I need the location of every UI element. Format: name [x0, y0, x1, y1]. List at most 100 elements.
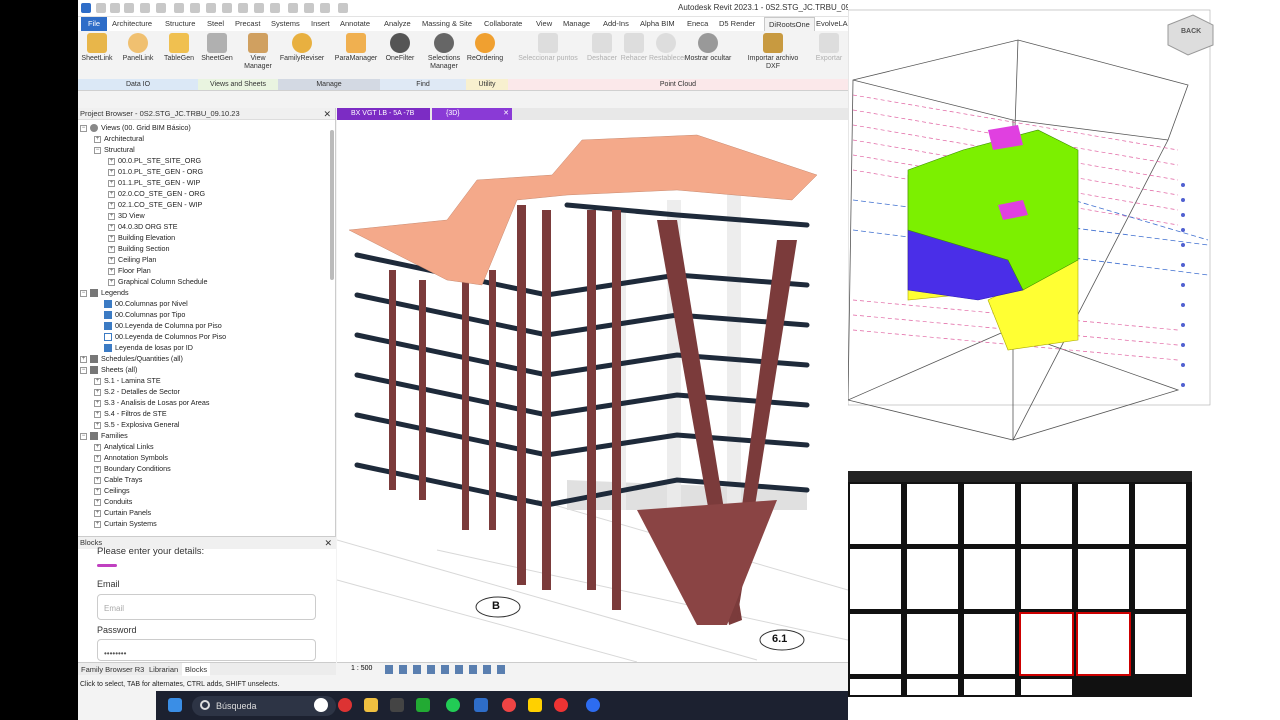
close-icon[interactable]: ✕ [324, 537, 332, 549]
sync-icon[interactable] [124, 3, 134, 13]
expand-icon[interactable]: + [94, 454, 101, 462]
browser-icon[interactable] [314, 698, 328, 712]
expand-icon[interactable]: + [94, 377, 101, 385]
tab-bx-vgt-view[interactable]: BX VGT LB - 5A -7B [337, 108, 430, 120]
mostrar-ocultar-button[interactable]: Mostrar ocultar [683, 33, 733, 63]
revit-taskbar-icon[interactable] [474, 698, 488, 712]
tree-item[interactable]: 00.Leyenda de Columna por Piso [104, 320, 222, 331]
customize-qat-icon[interactable] [338, 3, 348, 13]
text-icon[interactable] [238, 3, 248, 13]
collapse-icon[interactable]: − [80, 289, 87, 297]
tab-structure[interactable]: Structure [165, 17, 195, 31]
collapse-icon[interactable]: − [80, 366, 87, 374]
tab-analyze[interactable]: Analyze [384, 17, 411, 31]
sheet-thumbnail[interactable] [907, 549, 958, 609]
exportar-button[interactable]: Exportar [812, 33, 846, 63]
onefilter-button[interactable]: OneFilter [382, 33, 418, 63]
expand-icon[interactable]: + [94, 421, 101, 429]
tab-file[interactable]: File [81, 17, 108, 31]
sheet-thumbnail[interactable] [964, 679, 1015, 695]
save-icon[interactable] [110, 3, 120, 13]
tablegen-button[interactable]: TableGen [162, 33, 196, 63]
tab-family-browser[interactable]: Family Browser R3 [78, 663, 147, 676]
tab-add-ins[interactable]: Add-Ins [603, 17, 629, 31]
restablecer-button[interactable]: Restablecer [649, 33, 686, 63]
tab-steel[interactable]: Steel [207, 17, 224, 31]
tab-3d-view[interactable]: {3D} ✕ [432, 108, 512, 120]
tab-d5-render[interactable]: D5 Render [719, 17, 755, 31]
expand-icon[interactable]: + [108, 201, 115, 209]
collapse-icon[interactable]: − [80, 432, 87, 440]
sheetgen-button[interactable]: SheetGen [199, 33, 235, 63]
tree-item[interactable]: − Views (00. Grid BIM Básico) [80, 122, 191, 133]
paramanager-button[interactable]: ParaManager [332, 33, 380, 63]
tree-item[interactable]: +02.0.CO_STE_GEN - ORG [108, 188, 205, 199]
sheet-thumbnail[interactable] [964, 484, 1015, 544]
tab-massing-site[interactable]: Massing & Site [422, 17, 472, 31]
importar-dxf-button[interactable]: Importar archivo DXF [740, 33, 806, 71]
tab-systems[interactable]: Systems [271, 17, 300, 31]
tab-precast[interactable]: Precast [235, 17, 260, 31]
sheet-thumbnail[interactable] [850, 614, 901, 674]
tab-evolvelab[interactable]: EvolveLA [816, 17, 848, 31]
tab-dirootsone[interactable]: DiRootsOne [764, 17, 815, 31]
close-icon[interactable]: ✕ [323, 108, 331, 120]
sheet-thumbnail[interactable] [1021, 549, 1072, 609]
expand-icon[interactable]: + [108, 223, 115, 231]
tree-item[interactable]: +04.0.3D ORG STE [108, 221, 178, 232]
tree-item[interactable]: +02.1.CO_STE_GEN - WIP [108, 199, 202, 210]
tree-item[interactable]: + S.3 - Analisis de Losas por Areas [94, 397, 209, 408]
chart-app-icon[interactable] [416, 698, 430, 712]
sheet-thumbnail[interactable] [850, 484, 901, 544]
selections-manager-button[interactable]: Selections Manager [422, 33, 466, 71]
expand-icon[interactable]: + [108, 256, 115, 264]
section-icon[interactable] [270, 3, 280, 13]
sheet-thumbnail[interactable] [1135, 549, 1186, 609]
tree-item[interactable]: + Ceilings [94, 485, 130, 496]
sheet-thumbnail[interactable] [1135, 484, 1186, 544]
zoom-icon[interactable] [586, 698, 600, 712]
expand-icon[interactable]: + [108, 179, 115, 187]
tab-blocks[interactable]: Blocks [182, 663, 211, 676]
familyreviser-button[interactable]: FamilyReviser [278, 33, 326, 63]
expand-icon[interactable]: + [94, 135, 101, 143]
tree-item[interactable]: + Boundary Conditions [94, 463, 171, 474]
expand-icon[interactable]: + [80, 355, 87, 363]
close-hidden-icon[interactable] [304, 3, 314, 13]
print-icon[interactable] [174, 3, 184, 13]
sheet-thumbnail[interactable] [964, 549, 1015, 609]
tree-item[interactable]: +01.0.PL_STE_GEN - ORG [108, 166, 203, 177]
undo-icon[interactable] [140, 3, 150, 13]
expand-icon[interactable]: + [108, 245, 115, 253]
email-field[interactable]: Email [97, 594, 316, 620]
scrollbar[interactable] [330, 130, 334, 280]
password-field[interactable]: •••••••• [97, 639, 316, 661]
tab-librarian[interactable]: Librarian [146, 663, 181, 676]
dimension-icon[interactable] [206, 3, 216, 13]
tree-item[interactable]: − Structural [94, 144, 135, 155]
chrome-icon[interactable] [502, 698, 516, 712]
collapse-icon[interactable]: − [80, 124, 87, 132]
tree-item[interactable]: + Architectural [94, 133, 144, 144]
expand-icon[interactable]: + [108, 168, 115, 176]
sheetlink-button[interactable]: SheetLink [80, 33, 114, 63]
chrome-icon-2[interactable] [554, 698, 568, 712]
expand-icon[interactable]: + [94, 443, 101, 451]
view-control-icons[interactable] [385, 665, 505, 674]
tree-item[interactable]: Leyenda de losas por ID [104, 342, 193, 353]
tree-item[interactable]: + S.5 - Explosiva General [94, 419, 180, 430]
tree-item[interactable]: 00.Columnas por Nivel [104, 298, 188, 309]
tag-icon[interactable] [222, 3, 232, 13]
expand-icon[interactable]: + [108, 190, 115, 198]
tree-item[interactable]: − Legends [80, 287, 129, 298]
tree-item[interactable]: 00.Leyenda de Columnos Por Piso [104, 331, 226, 342]
tree-item[interactable]: + S.4 - Filtros de STE [94, 408, 167, 419]
tree-item[interactable]: + Curtain Systems [94, 518, 157, 529]
sheet-thumbnail[interactable] [1078, 484, 1129, 544]
tree-item[interactable]: − Sheets (all) [80, 364, 137, 375]
tree-item[interactable]: + Curtain Panels [94, 507, 151, 518]
tab-insert[interactable]: Insert [311, 17, 330, 31]
sheet-thumbnail[interactable] [850, 679, 901, 695]
sheet-thumbnail[interactable] [1135, 614, 1186, 674]
sheet-thumbnail[interactable] [1078, 549, 1129, 609]
